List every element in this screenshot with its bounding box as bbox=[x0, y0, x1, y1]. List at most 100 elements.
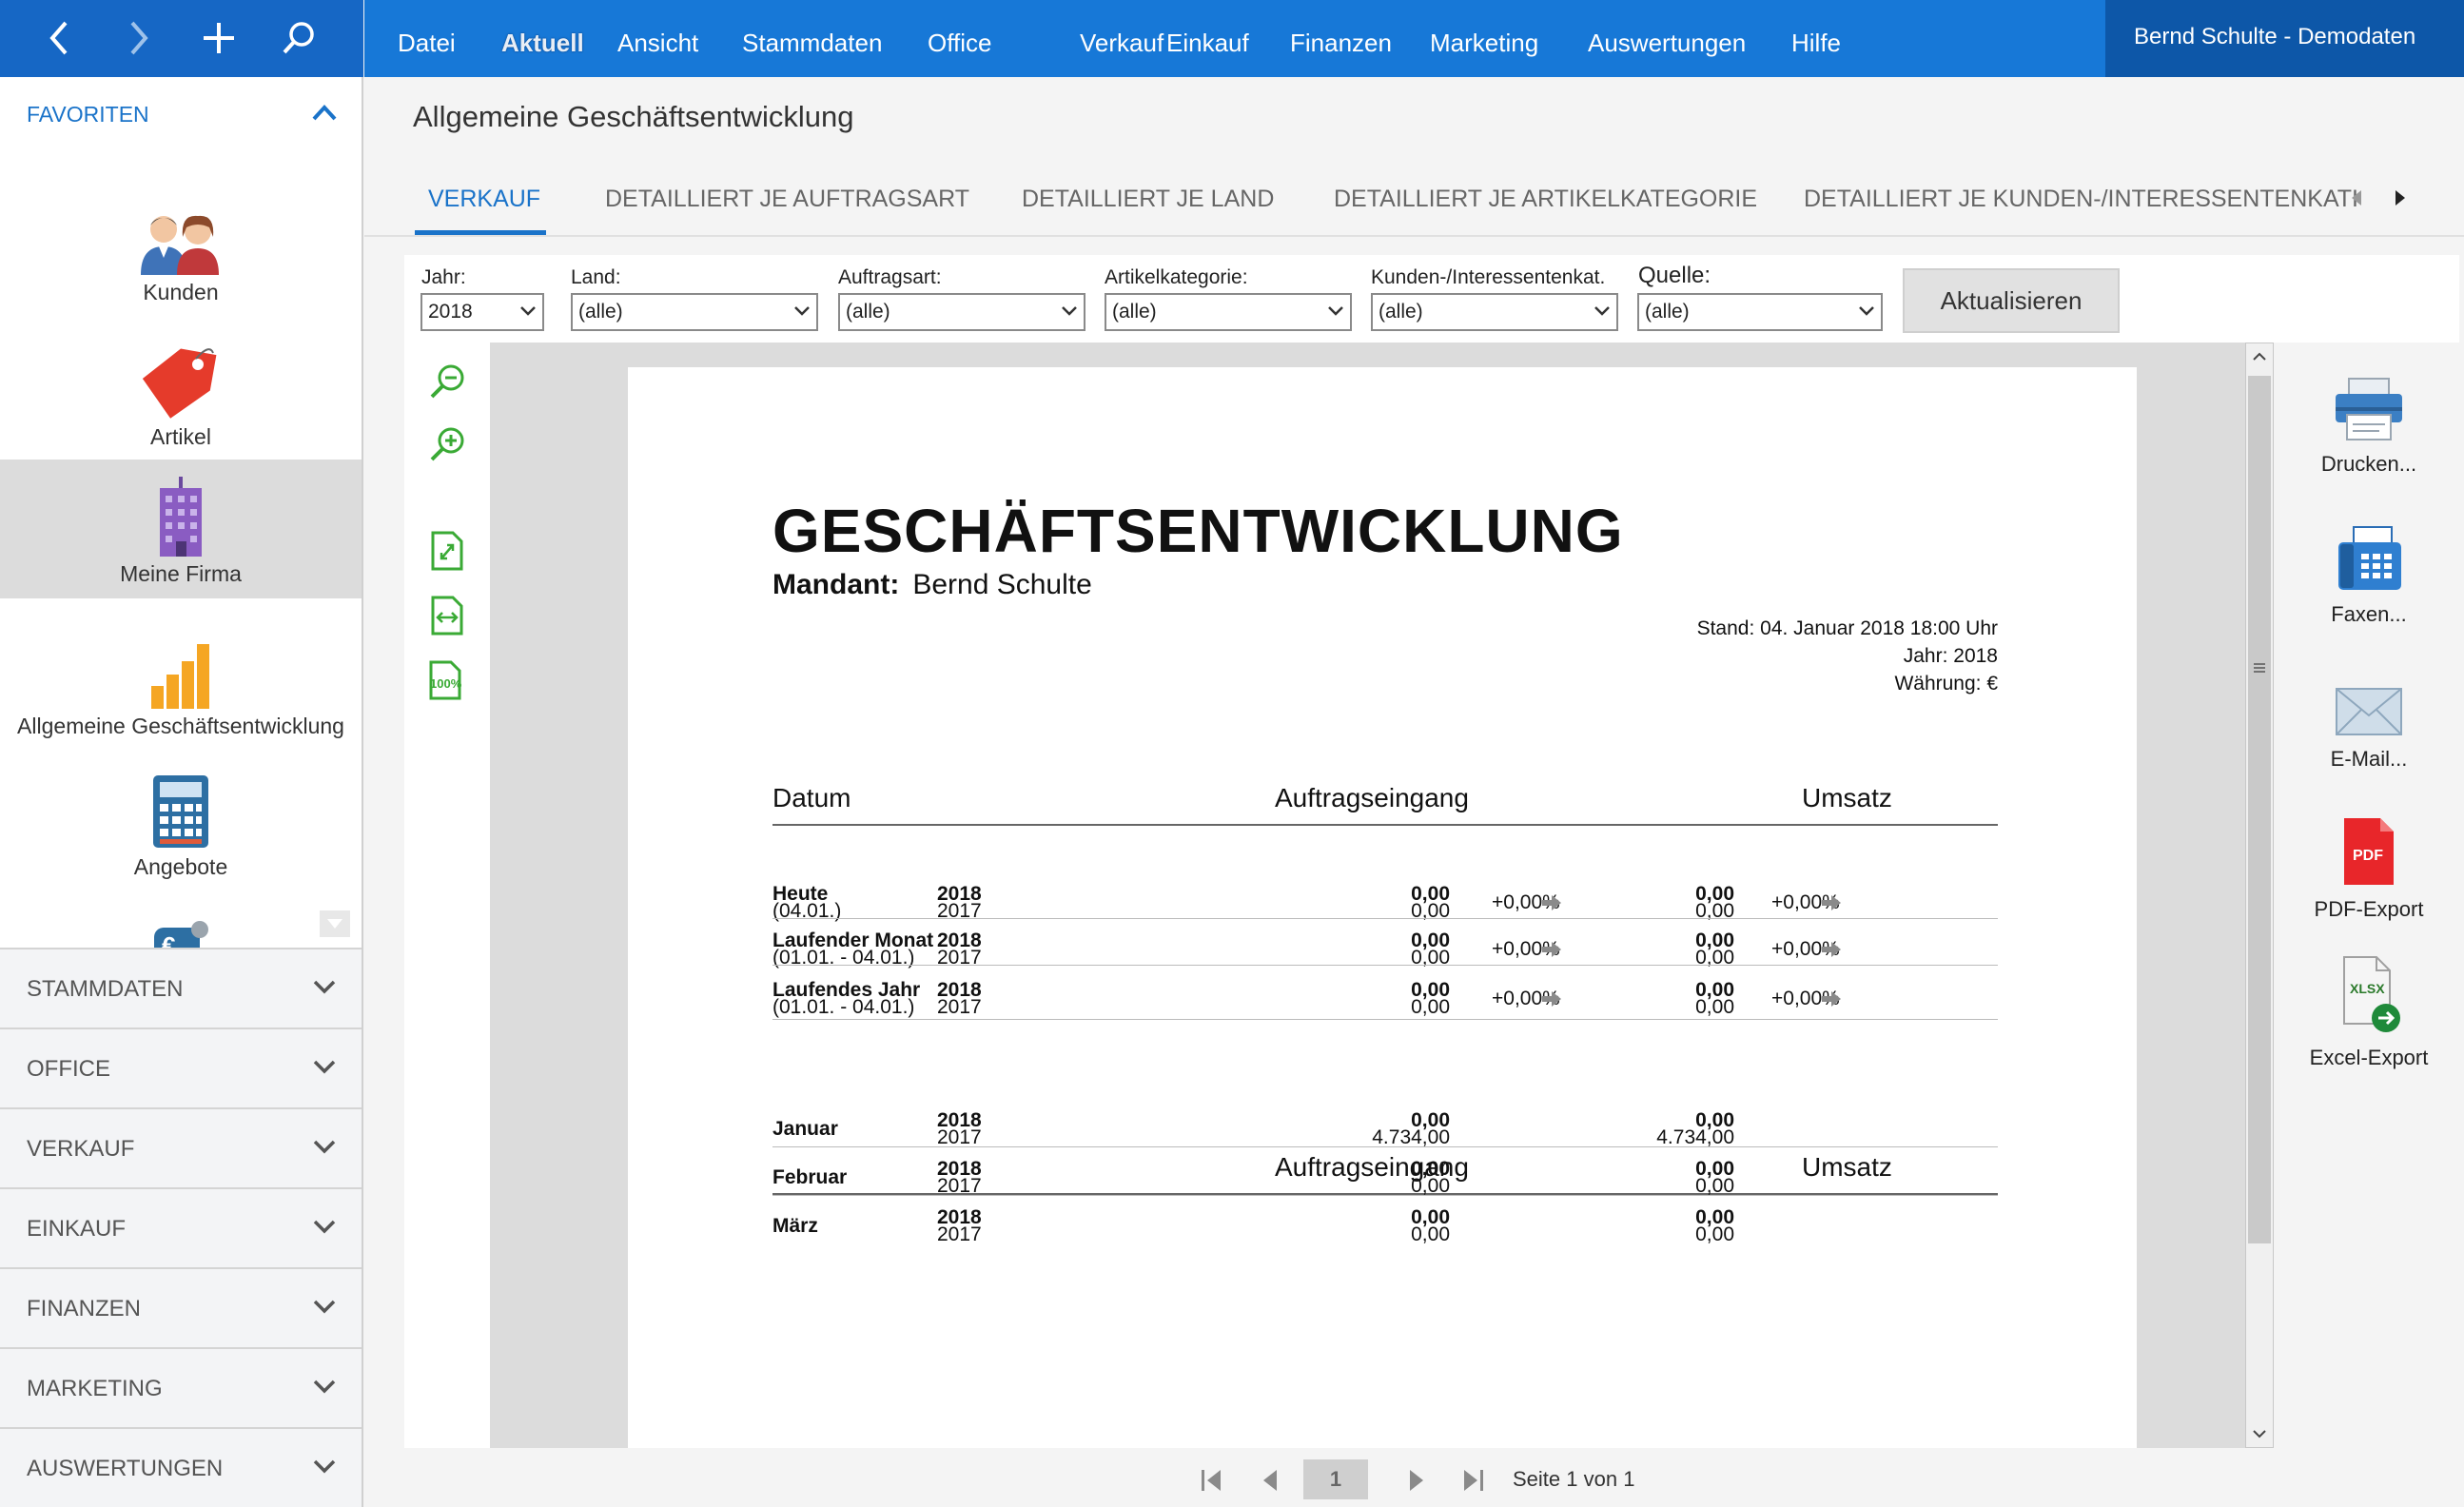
last-page-button[interactable] bbox=[1454, 1461, 1492, 1499]
auftrag-trend bbox=[1541, 941, 1562, 958]
favorite-artikel[interactable]: Artikel bbox=[0, 343, 362, 450]
chevron-down-icon bbox=[313, 1380, 336, 1394]
fax-label: Faxen... bbox=[2331, 602, 2407, 626]
section-stammdaten[interactable]: STAMMDATEN bbox=[0, 948, 362, 1028]
zoom-out-button[interactable] bbox=[425, 360, 469, 403]
first-page-button[interactable] bbox=[1193, 1461, 1231, 1499]
fit-page-button[interactable] bbox=[425, 529, 469, 573]
menu-verkauf[interactable]: Verkauf bbox=[1080, 0, 1164, 77]
filter-auftragsart-select[interactable]: (alle) bbox=[838, 293, 1085, 331]
scroll-down-button[interactable] bbox=[2246, 1420, 2273, 1447]
user-account-label[interactable]: Bernd Schulte - Demodaten bbox=[2105, 0, 2464, 77]
section-finanzen[interactable]: FINANZEN bbox=[0, 1267, 362, 1347]
refresh-button[interactable]: Aktualisieren bbox=[1903, 268, 2120, 333]
filter-quelle-select[interactable]: (alle) bbox=[1637, 293, 1883, 331]
row-divider bbox=[772, 1146, 1998, 1147]
tab-auftragsart[interactable]: DETAILLIERT JE AUFTRAGSART bbox=[605, 186, 969, 213]
favorites-scroll-down[interactable] bbox=[320, 910, 350, 937]
umsatz-previous-value: 0,00 bbox=[1695, 900, 1734, 922]
tab-verkauf[interactable]: VERKAUF bbox=[428, 186, 540, 213]
menu-office[interactable]: Office bbox=[928, 0, 991, 77]
new-button[interactable] bbox=[188, 8, 249, 68]
favorite-kunden[interactable]: Kunden bbox=[0, 208, 362, 305]
row-period-range: (01.01. - 04.01.) bbox=[772, 996, 915, 1018]
section-marketing[interactable]: MARKETING bbox=[0, 1347, 362, 1427]
month-umsatz-previous: 0,00 bbox=[1695, 1223, 1734, 1245]
current-page-box[interactable]: 1 bbox=[1303, 1459, 1368, 1499]
fax-button[interactable]: Faxen... bbox=[2274, 525, 2464, 627]
section-office[interactable]: OFFICE bbox=[0, 1028, 362, 1107]
excel-export-label: Excel-Export bbox=[2309, 1046, 2429, 1069]
chevron-down-icon bbox=[1859, 306, 1874, 316]
back-button[interactable] bbox=[29, 8, 89, 68]
section-einkauf[interactable]: EINKAUF bbox=[0, 1187, 362, 1267]
filter-artikelkategorie-select[interactable]: (alle) bbox=[1105, 293, 1352, 331]
search-icon bbox=[283, 22, 314, 54]
chevron-down-icon bbox=[1594, 306, 1610, 316]
row-year-previous: 2017 bbox=[937, 996, 982, 1018]
tab-kundenkategorie[interactable]: DETAILLIERT JE KUNDEN-/INTERESSENTENKATI bbox=[1804, 186, 2358, 213]
chevron-down-icon bbox=[520, 306, 536, 316]
fit-width-button[interactable] bbox=[425, 594, 469, 637]
report-jahr: Jahr: 2018 bbox=[1903, 645, 1998, 667]
email-label: E-Mail... bbox=[2330, 747, 2408, 771]
menu-stammdaten[interactable]: Stammdaten bbox=[742, 0, 882, 77]
auftrag-previous-value: 0,00 bbox=[1411, 900, 1450, 922]
tab-scroll-right-icon[interactable] bbox=[2394, 186, 2409, 209]
filter-land-select[interactable]: (alle) bbox=[571, 293, 818, 331]
favorite-meine-firma[interactable]: Meine Firma bbox=[0, 460, 362, 598]
menu-datei[interactable]: Datei bbox=[398, 0, 456, 77]
tabs-divider bbox=[364, 235, 2464, 237]
menu-marketing[interactable]: Marketing bbox=[1430, 0, 1538, 77]
printer-icon bbox=[2336, 378, 2402, 440]
favorite-angebote[interactable]: Angebote bbox=[0, 773, 362, 880]
zoom-in-button[interactable] bbox=[425, 422, 469, 466]
next-page-button[interactable] bbox=[1397, 1461, 1435, 1499]
menu-einkauf[interactable]: Einkauf bbox=[1166, 0, 1249, 77]
section-label: STAMMDATEN bbox=[27, 976, 184, 1002]
menu-finanzen[interactable]: Finanzen bbox=[1290, 0, 1392, 77]
filter-kundenkat-label: Kunden-/Interessentenkat. bbox=[1371, 266, 1606, 288]
favorite-label: Artikel bbox=[150, 424, 211, 449]
forward-button[interactable] bbox=[108, 8, 169, 68]
menu-ansicht[interactable]: Ansicht bbox=[617, 0, 698, 77]
previous-page-button[interactable] bbox=[1252, 1461, 1290, 1499]
menu-aktuell[interactable]: Aktuell bbox=[501, 0, 584, 77]
menu-auswertungen[interactable]: Auswertungen bbox=[1588, 0, 1746, 77]
filter-kundenkat-value: (alle) bbox=[1379, 301, 1423, 323]
zoom-in-icon bbox=[430, 427, 464, 461]
scroll-up-button[interactable] bbox=[2246, 343, 2273, 370]
section-auswertungen[interactable]: AUSWERTUNGEN bbox=[0, 1427, 362, 1507]
month-year-previous: 2017 bbox=[937, 1223, 982, 1245]
tab-scroll-left-icon[interactable] bbox=[2348, 186, 2363, 209]
month-auftrag-previous: 0,00 bbox=[1411, 1223, 1450, 1245]
pdf-export-button[interactable]: PDF PDF-Export bbox=[2274, 816, 2464, 922]
page-indicator: Seite 1 von 1 bbox=[1513, 1467, 1635, 1491]
viewer-scrollbar[interactable] bbox=[2245, 342, 2274, 1448]
mandant-label: Mandant: bbox=[772, 569, 900, 600]
favorites-header[interactable]: FAVORITEN bbox=[27, 102, 149, 127]
favorite-label: Angebote bbox=[133, 854, 228, 879]
col-header-datum: Datum bbox=[772, 783, 851, 812]
export-panel: Drucken... Faxen... E-Mail... PDF PDF-Ex… bbox=[2274, 342, 2464, 1104]
filter-kundenkat-select[interactable]: (alle) bbox=[1371, 293, 1618, 331]
filter-quelle-value: (alle) bbox=[1645, 301, 1690, 323]
chevron-up-icon[interactable] bbox=[310, 102, 339, 123]
menu-hilfe[interactable]: Hilfe bbox=[1791, 0, 1841, 77]
zoom-100-button[interactable]: 100% bbox=[425, 658, 469, 702]
section-verkauf[interactable]: VERKAUF bbox=[0, 1107, 362, 1187]
print-button[interactable]: Drucken... bbox=[2274, 377, 2464, 477]
tab-land[interactable]: DETAILLIERT JE LAND bbox=[1022, 186, 1274, 213]
favorite-allgemeine-geschaeftsentwicklung[interactable]: Allgemeine Geschäftsentwicklung bbox=[0, 640, 362, 739]
excel-export-button[interactable]: XLSX Excel-Export bbox=[2274, 955, 2464, 1070]
search-button[interactable] bbox=[268, 8, 329, 68]
email-button[interactable]: E-Mail... bbox=[2274, 687, 2464, 772]
filter-jahr-select[interactable]: 2018 bbox=[420, 293, 544, 331]
scroll-thumb[interactable] bbox=[2248, 376, 2271, 1243]
row-period-range: (01.01. - 04.01.) bbox=[772, 947, 915, 969]
section-label: MARKETING bbox=[27, 1376, 163, 1401]
report-waehrung: Währung: € bbox=[1894, 673, 1998, 695]
pdf-export-label: PDF-Export bbox=[2314, 897, 2424, 921]
filter-jahr-label: Jahr: bbox=[421, 266, 466, 288]
tab-artikelkategorie[interactable]: DETAILLIERT JE ARTIKELKATEGORIE bbox=[1334, 186, 1757, 213]
